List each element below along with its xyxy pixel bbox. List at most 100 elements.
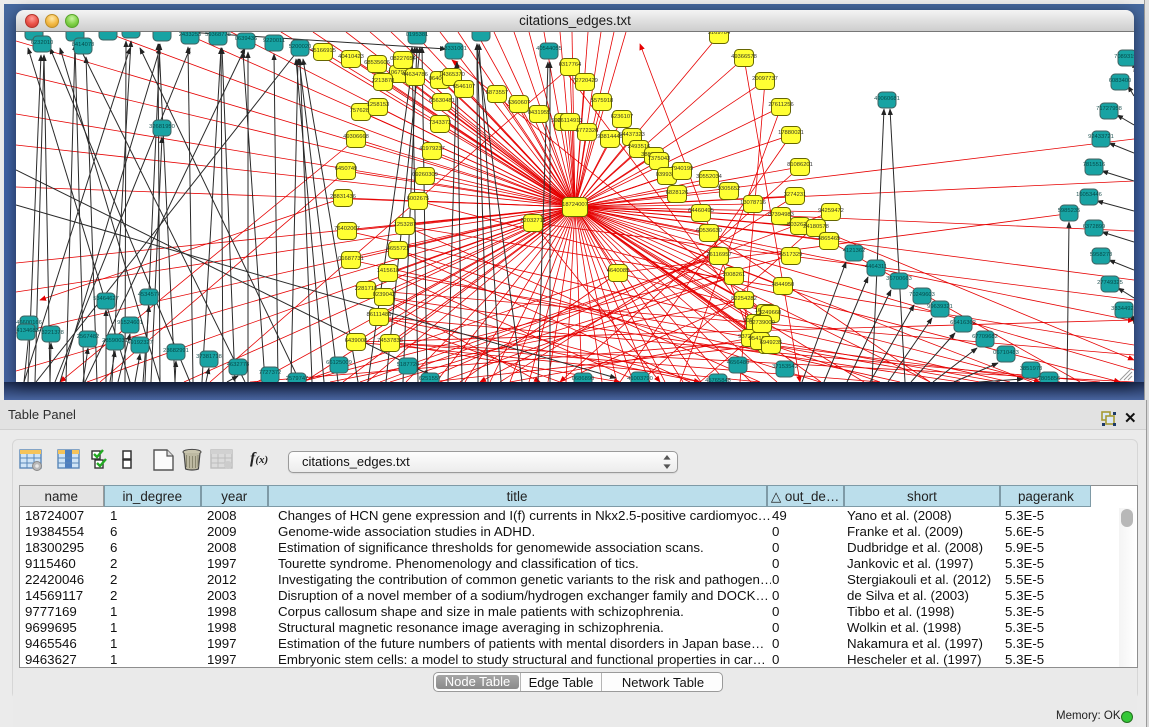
- svg-text:2213878: 2213878: [372, 78, 395, 84]
- svg-text:7815516: 7815516: [1083, 162, 1106, 168]
- svg-text:9305652: 9305652: [718, 186, 741, 192]
- svg-text:1258153: 1258153: [367, 102, 390, 108]
- svg-text:0686890: 0686890: [572, 376, 595, 382]
- svg-text:92433721: 92433721: [1088, 134, 1114, 140]
- svg-text:86111489: 86111489: [367, 312, 392, 318]
- svg-text:7343373: 7343373: [429, 120, 452, 126]
- svg-text:4121362: 4121362: [843, 248, 866, 254]
- svg-text:91524601: 91524601: [117, 320, 143, 326]
- svg-text:7727372: 7727372: [259, 370, 282, 376]
- svg-text:26114913: 26114913: [557, 118, 582, 124]
- svg-text:40410423: 40410423: [338, 54, 364, 60]
- svg-text:28831436: 28831436: [330, 194, 356, 200]
- svg-text:44634786: 44634786: [402, 72, 428, 78]
- svg-text:6546107: 6546107: [453, 84, 476, 90]
- svg-text:36700663: 36700663: [886, 276, 912, 282]
- svg-text:6772326: 6772326: [576, 128, 599, 134]
- svg-text:45166915: 45166915: [310, 48, 336, 54]
- svg-text:14365370: 14365370: [439, 72, 465, 78]
- svg-text:4844950: 4844950: [772, 282, 795, 288]
- svg-text:6251557: 6251557: [419, 376, 442, 382]
- svg-text:4640085: 4640085: [607, 268, 630, 274]
- svg-text:99639321: 99639321: [927, 304, 953, 310]
- svg-text:5873557: 5873557: [486, 90, 509, 96]
- svg-text:0639436: 0639436: [235, 36, 258, 42]
- svg-text:2433253: 2433253: [179, 32, 202, 38]
- svg-text:82254282: 82254282: [731, 296, 757, 302]
- svg-text:0317764: 0317764: [559, 62, 582, 68]
- svg-text:27749325: 27749325: [1097, 280, 1123, 286]
- svg-text:5187720: 5187720: [397, 362, 420, 368]
- svg-text:08227654: 08227654: [390, 56, 417, 62]
- svg-text:32681950: 32681950: [149, 124, 175, 130]
- svg-text:28590031: 28590031: [102, 338, 128, 344]
- svg-text:59368778: 59368778: [205, 32, 231, 38]
- svg-text:70893194: 70893194: [1114, 54, 1134, 60]
- svg-text:68535606: 68535606: [364, 60, 390, 66]
- svg-text:27611256: 27611256: [768, 102, 793, 108]
- svg-text:6372899: 6372899: [1083, 224, 1106, 230]
- svg-text:8414078: 8414078: [72, 42, 95, 48]
- svg-text:6828126: 6828126: [666, 190, 689, 196]
- svg-text:37381718: 37381718: [196, 354, 222, 360]
- svg-text:01687731: 01687731: [338, 256, 364, 262]
- svg-text:71213455: 71213455: [468, 32, 494, 34]
- svg-text:81086201: 81086201: [787, 162, 813, 168]
- svg-text:49192327: 49192327: [127, 340, 153, 346]
- svg-text:73221378: 73221378: [38, 330, 64, 336]
- svg-text:66125009: 66125009: [326, 360, 352, 366]
- svg-text:23682991: 23682991: [163, 348, 189, 354]
- svg-text:70249603: 70249603: [909, 292, 935, 298]
- svg-text:9220011: 9220011: [263, 38, 285, 44]
- svg-text:41979237: 41979237: [419, 146, 445, 152]
- svg-text:41003790: 41003790: [627, 376, 653, 382]
- svg-text:06710483: 06710483: [993, 350, 1019, 356]
- svg-text:94134683: 94134683: [16, 328, 39, 334]
- svg-text:53464627: 53464627: [93, 296, 119, 302]
- svg-text:20097737: 20097737: [752, 76, 778, 82]
- svg-text:45765848: 45765848: [705, 378, 731, 382]
- svg-text:6671723: 6671723: [97, 32, 120, 34]
- svg-text:6083400: 6083400: [1109, 78, 1132, 84]
- svg-text:5200020: 5200020: [289, 44, 312, 50]
- svg-text:65416362: 65416362: [950, 320, 976, 326]
- svg-text:2008261: 2008261: [723, 272, 746, 278]
- svg-text:2567482: 2567482: [77, 334, 100, 340]
- svg-text:24180578: 24180578: [803, 224, 829, 230]
- svg-text:38344922: 38344922: [1111, 306, 1134, 312]
- svg-text:86844318: 86844318: [149, 32, 175, 34]
- svg-text:30552034: 30552034: [696, 174, 723, 180]
- svg-text:4656480: 4656480: [727, 360, 750, 366]
- svg-text:1253287: 1253287: [394, 222, 417, 228]
- svg-text:49306668: 49306668: [343, 134, 369, 140]
- svg-text:94259472: 94259472: [818, 208, 844, 214]
- svg-text:0239042: 0239042: [373, 292, 396, 298]
- svg-text:71727958: 71727958: [1096, 106, 1122, 112]
- svg-text:60536630: 60536630: [696, 228, 722, 234]
- svg-text:6236107: 6236107: [611, 114, 634, 120]
- svg-text:40544055: 40544055: [536, 46, 562, 52]
- svg-text:26116957: 26116957: [706, 252, 731, 258]
- svg-text:18724007: 18724007: [562, 202, 588, 208]
- svg-text:09260309: 09260309: [412, 172, 438, 178]
- svg-text:87394983: 87394983: [768, 212, 794, 218]
- svg-text:5517329: 5517329: [780, 252, 803, 258]
- svg-text:1415618: 1415618: [377, 268, 400, 274]
- svg-text:16053446: 16053446: [1076, 192, 1102, 198]
- svg-text:3274231: 3274231: [784, 192, 807, 198]
- svg-text:6439008: 6439008: [345, 338, 368, 344]
- svg-text:0195381: 0195381: [406, 32, 429, 38]
- svg-text:02739000: 02739000: [749, 320, 775, 326]
- svg-text:64460495: 64460495: [688, 208, 714, 214]
- svg-text:76402067: 76402067: [334, 226, 360, 232]
- svg-text:49366578: 49366578: [731, 54, 757, 60]
- svg-text:17880021: 17880021: [778, 130, 804, 136]
- svg-text:5958278: 5958278: [1090, 252, 1113, 258]
- svg-text:5169784: 5169784: [708, 32, 731, 36]
- svg-text:13078716: 13078716: [740, 200, 766, 206]
- svg-text:5575918: 5575918: [591, 98, 614, 104]
- svg-text:4865465: 4865465: [818, 236, 841, 242]
- svg-text:6450749: 6450749: [335, 166, 358, 172]
- svg-text:54437323: 54437323: [619, 132, 645, 138]
- svg-text:49060681: 49060681: [874, 96, 900, 102]
